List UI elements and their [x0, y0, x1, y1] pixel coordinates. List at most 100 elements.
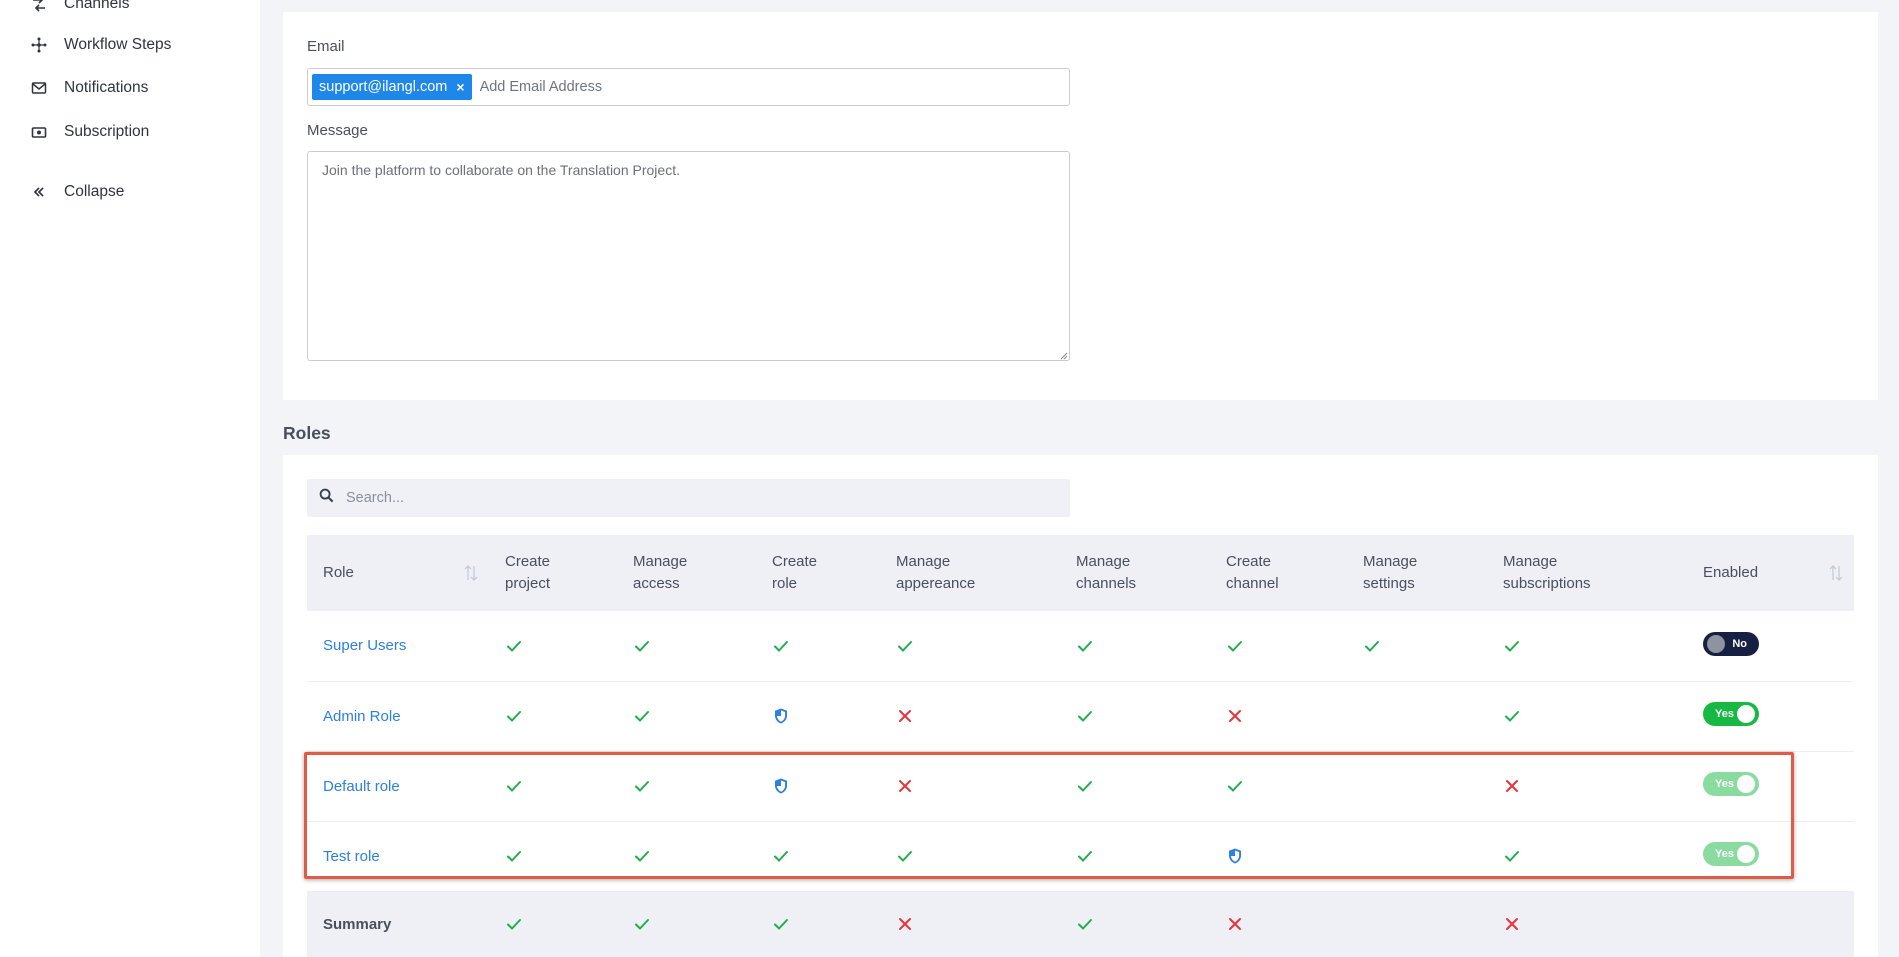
email-label: Email — [307, 38, 345, 55]
permission-cell — [756, 891, 880, 957]
permission-cell — [756, 681, 880, 751]
column-label: Role — [323, 564, 354, 581]
sidebar-item-subscription[interactable]: Subscription — [30, 119, 149, 145]
permission-cell — [1210, 821, 1347, 891]
permission-cell — [1060, 821, 1210, 891]
column-label-line: channels — [1076, 575, 1137, 592]
permission-cell — [880, 891, 1060, 957]
toggle-knob — [1737, 845, 1755, 863]
check-icon — [1503, 637, 1687, 655]
role-link[interactable]: Super Users — [323, 637, 406, 654]
column-label-line: Manage — [1503, 553, 1558, 570]
permission-cell — [880, 681, 1060, 751]
sidebar-collapse-button[interactable]: Collapse — [30, 179, 124, 205]
check-icon — [772, 637, 880, 655]
check-icon — [1076, 915, 1210, 933]
permission-cell — [1487, 681, 1687, 751]
sidebar-item-workflow-steps[interactable]: Workflow Steps — [30, 32, 171, 58]
toggle-label: Yes — [1715, 708, 1734, 720]
shield-icon — [1226, 847, 1347, 865]
sidebar-item-label: Collapse — [64, 183, 125, 200]
column-label-line: project — [505, 575, 551, 592]
column-header-role[interactable]: Role — [307, 535, 489, 611]
table-row: Test role Yes — [307, 821, 1854, 891]
column-header-create-project: Create project — [489, 535, 617, 611]
enabled-cell: Yes — [1687, 681, 1854, 751]
cross-icon — [1226, 915, 1347, 933]
column-label-line: Create — [1226, 553, 1272, 570]
sidebar-item-notifications[interactable]: Notifications — [30, 75, 148, 101]
enabled-toggle[interactable]: Yes — [1703, 702, 1759, 726]
email-input[interactable] — [479, 79, 880, 95]
permission-cell — [1347, 891, 1487, 957]
check-icon — [1076, 777, 1210, 795]
check-icon — [505, 777, 617, 795]
permission-cell — [617, 681, 756, 751]
message-label: Message — [307, 122, 368, 139]
enabled-toggle[interactable]: No — [1703, 631, 1759, 656]
check-icon — [896, 637, 1060, 655]
sidebar-item-channels[interactable]: Channels — [30, 0, 130, 17]
roles-search[interactable] — [307, 479, 1070, 517]
toggle-knob — [1737, 705, 1755, 723]
column-header-manage-subscriptions: Manage subscriptions — [1487, 535, 1687, 611]
sort-icon[interactable] — [463, 563, 479, 583]
enabled-toggle[interactable]: Yes — [1703, 772, 1759, 796]
permission-cell — [1347, 681, 1487, 751]
sidebar-item-label: Notifications — [64, 79, 149, 96]
column-label-line: Create — [505, 553, 551, 570]
message-field[interactable] — [307, 151, 1070, 361]
check-icon — [772, 847, 880, 865]
permission-cell — [756, 751, 880, 821]
check-icon — [633, 915, 756, 933]
check-icon — [505, 637, 617, 655]
table-row: Admin Role Yes — [307, 681, 1854, 751]
permission-cell — [1487, 751, 1687, 821]
permission-cell — [489, 681, 617, 751]
toggle-label: Yes — [1715, 848, 1734, 860]
permission-cell — [1347, 751, 1487, 821]
summary-label: Summary — [323, 915, 392, 933]
check-icon — [1503, 707, 1687, 725]
summary-row: Summary — [307, 891, 1854, 957]
role-link[interactable]: Admin Role — [323, 708, 401, 725]
resize-grip-icon[interactable] — [1060, 352, 1068, 360]
check-icon — [1226, 637, 1347, 655]
check-icon — [1363, 637, 1487, 655]
main-content: Email support@ilangl.com × Message Roles — [260, 0, 1899, 957]
permission-cell — [1060, 891, 1210, 957]
toggle-label: Yes — [1715, 778, 1734, 790]
email-field[interactable]: support@ilangl.com × — [307, 68, 1070, 106]
search-input[interactable] — [346, 490, 946, 506]
permission-cell — [1210, 751, 1347, 821]
column-label-line: Manage — [1363, 553, 1418, 570]
check-icon — [633, 847, 756, 865]
column-header-manage-settings: Manage settings — [1347, 535, 1487, 611]
shield-icon — [772, 777, 880, 795]
permission-cell — [617, 611, 756, 681]
permission-cell — [489, 821, 617, 891]
check-icon — [1503, 847, 1687, 865]
email-chip: support@ilangl.com × — [312, 74, 472, 100]
role-link[interactable]: Default role — [323, 778, 400, 795]
column-header-enabled[interactable]: Enabled — [1687, 535, 1854, 611]
permission-cell — [617, 821, 756, 891]
permission-cell — [489, 891, 617, 957]
column-label-line: subscriptions — [1503, 575, 1591, 592]
close-icon[interactable]: × — [456, 79, 464, 95]
table-header-row: Role Create project Manage access Create ro… — [307, 535, 1854, 611]
permission-cell — [756, 821, 880, 891]
roles-card: Role Create project Manage access Create ro… — [283, 455, 1878, 957]
column-label-line: role — [772, 575, 798, 592]
roles-table: Role Create project Manage access Create ro… — [307, 535, 1854, 957]
permission-cell — [1060, 611, 1210, 681]
check-icon — [1076, 847, 1210, 865]
permission-cell — [1210, 681, 1347, 751]
check-icon — [505, 915, 617, 933]
sort-icon[interactable] — [1828, 563, 1844, 583]
column-label-line: access — [633, 575, 680, 592]
enabled-toggle[interactable]: Yes — [1703, 842, 1759, 866]
cross-icon — [1503, 777, 1687, 795]
enabled-cell: No — [1687, 611, 1854, 681]
role-link[interactable]: Test role — [323, 848, 380, 865]
